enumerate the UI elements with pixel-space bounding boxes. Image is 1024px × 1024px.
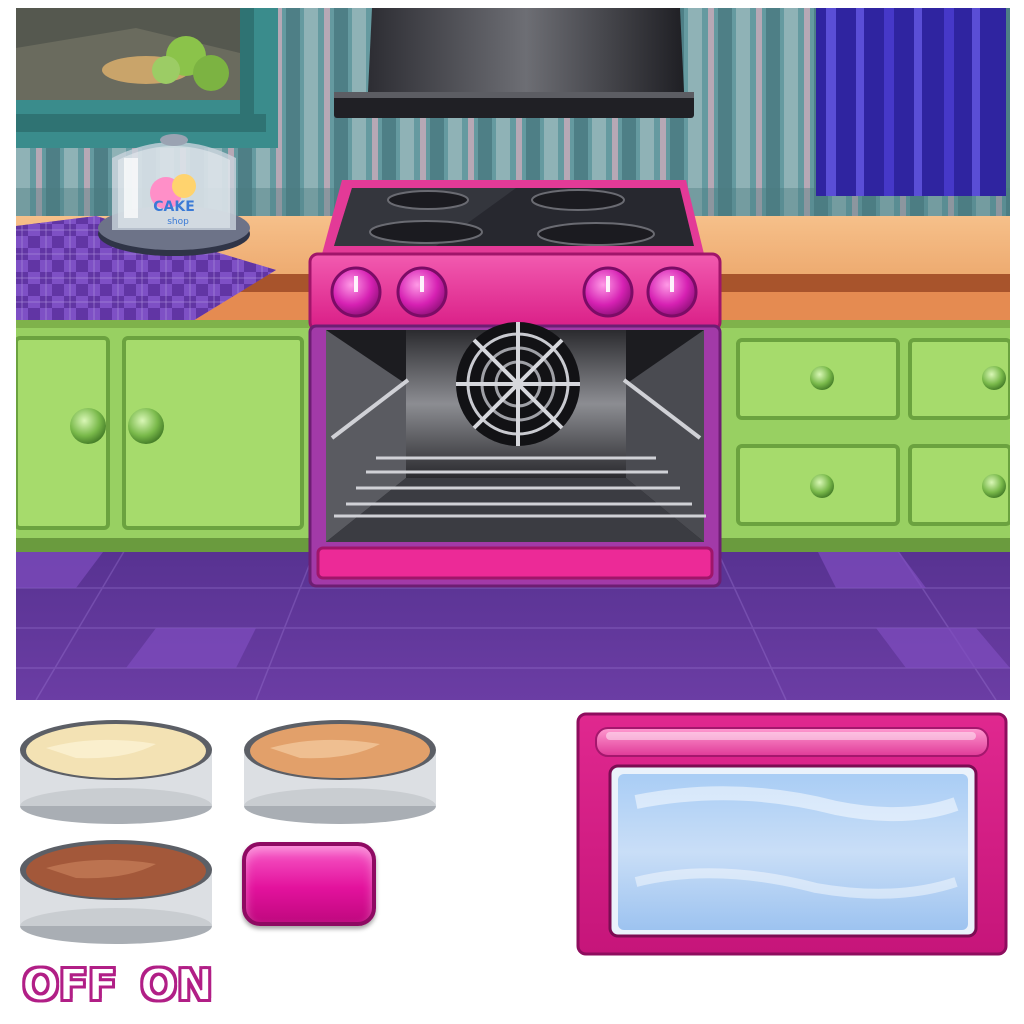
cake-shop-logo: CAKE <box>153 199 195 215</box>
oven-off-toggle[interactable]: OFF <box>21 959 119 1012</box>
cabinet-knob-icon <box>70 408 106 444</box>
right-cabinet <box>720 320 1010 552</box>
oven-on-toggle[interactable]: ON <box>139 959 214 1012</box>
oven-fan-icon <box>456 322 580 446</box>
kitchen-scene: CAKE shop <box>16 8 1010 700</box>
cabinet-knob-icon <box>810 474 834 498</box>
cabinet-knob-icon <box>810 366 834 390</box>
left-cabinet <box>16 320 314 552</box>
curtain <box>816 8 1006 196</box>
cabinet-knob-icon <box>128 408 164 444</box>
pink-button[interactable] <box>242 842 376 926</box>
range-hood <box>334 8 694 118</box>
vanilla-batter-pan[interactable] <box>16 714 216 824</box>
oven-drawer <box>316 546 714 580</box>
window <box>16 8 278 148</box>
oven <box>308 180 722 588</box>
burner <box>537 222 655 246</box>
burner <box>387 190 469 210</box>
cabinet-knob-icon <box>982 366 1006 390</box>
chocolate-batter-pan[interactable] <box>16 834 216 944</box>
caramel-batter-pan[interactable] <box>240 714 440 824</box>
oven-door[interactable] <box>576 712 1008 956</box>
burner <box>369 220 483 244</box>
svg-text:shop: shop <box>167 217 189 227</box>
oven-cavity[interactable] <box>326 322 706 542</box>
cabinet-knob-icon <box>982 474 1006 498</box>
kitchen-background: CAKE shop <box>16 8 1010 700</box>
burner <box>531 189 625 211</box>
